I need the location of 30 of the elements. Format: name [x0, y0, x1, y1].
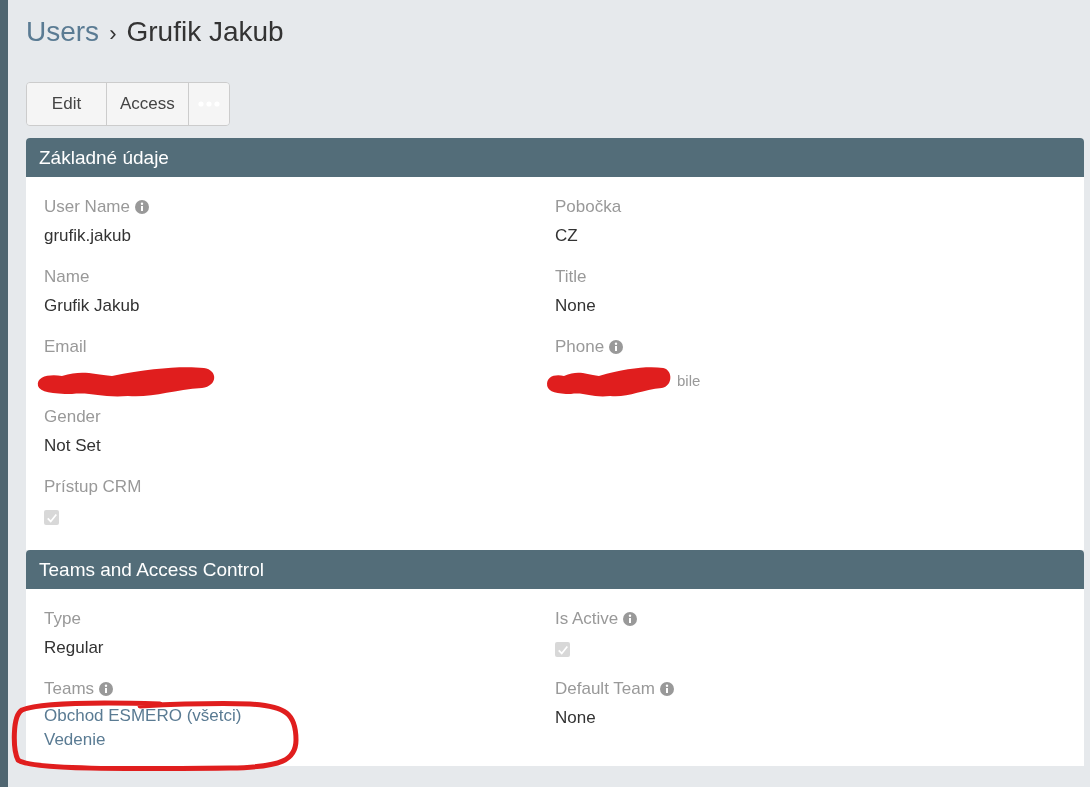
- field-value: Not Set: [44, 436, 102, 457]
- team-link[interactable]: Vedenie: [44, 730, 555, 750]
- field-label: Teams: [44, 679, 95, 699]
- page-title: Grufik Jakub: [126, 16, 284, 48]
- field-label: Is Active: [555, 609, 619, 629]
- field-value: grufik.jakub: [44, 226, 132, 247]
- action-button[interactable]: Access: [107, 83, 189, 125]
- field-value: None: [555, 708, 597, 729]
- field-label: Prístup CRM: [44, 477, 142, 497]
- action-button[interactable]: Edit: [27, 83, 107, 125]
- field-value: Regular: [44, 638, 105, 659]
- more-button[interactable]: [188, 83, 229, 125]
- field-label: User Name: [44, 197, 130, 217]
- field-label: Phone: [555, 337, 605, 357]
- field-label: Title: [555, 267, 587, 287]
- field-value: Grufik Jakub: [44, 296, 141, 317]
- field-value: None: [555, 296, 597, 317]
- field-label: Email: [44, 337, 87, 357]
- field-label: Pobočka: [555, 197, 622, 217]
- field-label: Default Team: [555, 679, 655, 699]
- panel-header: Teams and Access Control: [26, 550, 1084, 589]
- breadcrumb-separator: ›: [109, 21, 117, 47]
- field-label: Name: [44, 267, 90, 287]
- field-value: bile: [677, 372, 701, 389]
- field-value: CZ: [555, 226, 579, 247]
- panel-header: Základné údaje: [26, 138, 1084, 177]
- team-link[interactable]: Obchod ESMERO (všetci): [44, 706, 555, 726]
- field-label: Type: [44, 609, 81, 629]
- field-label: Gender: [44, 407, 101, 427]
- breadcrumb-link[interactable]: Users: [26, 16, 100, 48]
